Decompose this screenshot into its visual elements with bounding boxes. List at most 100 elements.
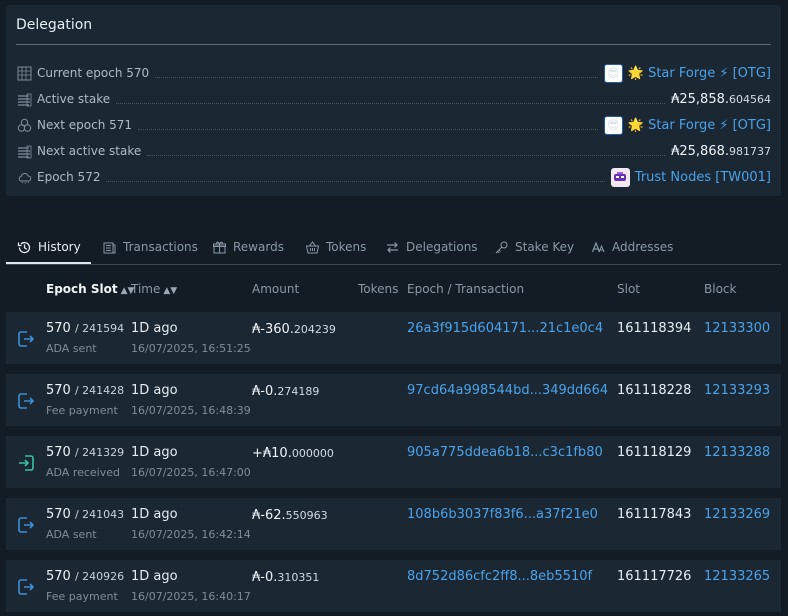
block-link[interactable]: 12133293 (704, 383, 770, 398)
epoch-number: 570 (46, 321, 71, 336)
relative-time: 1D ago (131, 445, 178, 460)
active-tab-indicator (6, 262, 91, 264)
table-row[interactable]: 570 / 241428 Fee payment 1D ago 16/07/20… (6, 374, 781, 426)
block-link[interactable]: 12133269 (704, 507, 770, 522)
epoch-slot: 570 / 241043 (46, 507, 124, 522)
epoch-number: 570 (46, 445, 71, 460)
transaction-hash-link[interactable]: 905a775ddea6b18...c3c1fb80 (407, 445, 603, 460)
outgoing-arrow-icon (16, 329, 36, 349)
epoch-slot-number: / 241428 (74, 384, 125, 397)
tab-rewards[interactable]: Rewards (211, 232, 284, 262)
slot-number: 161118228 (617, 383, 692, 398)
transaction-type: ADA received (46, 466, 121, 479)
timestamp: 16/07/2025, 16:51:25 (131, 342, 251, 355)
outgoing-arrow-icon (16, 391, 36, 411)
tab-tokens[interactable]: Tokens (304, 232, 366, 262)
pool-link[interactable]: 🌟 Star Forge ⚡ [OTG] (628, 66, 771, 81)
block-link[interactable]: 12133300 (704, 321, 770, 336)
amount: ₳-0.310351 (252, 570, 319, 585)
dotted-leader (155, 76, 598, 78)
transaction-hash-link[interactable]: 26a3f915d604171...21c1e0c4 (407, 321, 603, 336)
amount-decimals: 204239 (293, 323, 336, 336)
transaction-type: ADA sent (46, 342, 97, 355)
cloud-icon (16, 169, 32, 185)
swap-arrows-icon (384, 239, 400, 255)
pool-link[interactable]: Trust Nodes [TW001] (635, 170, 771, 185)
transaction-type: ADA sent (46, 528, 97, 541)
epoch-slot-number: / 241043 (74, 508, 125, 521)
tab-delegations[interactable]: Delegations (384, 232, 478, 262)
slot-number: 161118129 (617, 445, 692, 460)
next-epoch-label: Next epoch 571 (37, 118, 133, 132)
transaction-hash-link[interactable]: 108b6b3037f83f6...a37f21e0 (407, 507, 598, 522)
table-row[interactable]: 570 / 240926 Fee payment 1D ago 16/07/20… (6, 560, 781, 612)
tab-bar: History Transactions Rewards Tokens Dele… (6, 232, 781, 265)
tab-label: Delegations (406, 240, 478, 254)
tab-label: History (38, 240, 81, 254)
column-epoch-transaction: Epoch / Transaction (407, 282, 525, 296)
column-block: Block (704, 282, 737, 296)
amount-decimals: 000000 (291, 447, 334, 460)
tab-history[interactable]: History (16, 232, 81, 262)
tab-label: Tokens (326, 240, 367, 254)
star-forge-logo: 😎 (603, 115, 623, 135)
table-row[interactable]: 570 / 241329 ADA received 1D ago 16/07/2… (6, 436, 781, 488)
pool-link[interactable]: 🌟 Star Forge ⚡ [OTG] (628, 118, 771, 133)
relative-time: 1D ago (131, 321, 178, 336)
table-header: Epoch Slot ▲▼ Time ▲▼ Amount Tokens Epoch … (6, 276, 781, 302)
column-slot: Slot (617, 282, 640, 296)
amount-decimals: 550963 (285, 509, 328, 522)
relative-time: 1D ago (131, 569, 178, 584)
epoch-572-pool[interactable]: Trust Nodes [TW001] (610, 167, 771, 187)
epoch-slot-number: / 241329 (74, 446, 125, 459)
active-stake-value: ₳25,858. 604564 (671, 92, 771, 107)
tab-label: Stake Key (515, 240, 575, 254)
timestamp: 16/07/2025, 16:47:00 (131, 466, 251, 479)
stake-stack-icon (16, 143, 32, 159)
amount: ₳-0.274189 (252, 384, 319, 399)
delegation-row-next-active-stake: Next active stake ₳25,868. 981737 (16, 141, 771, 161)
epoch-number: 570 (46, 383, 71, 398)
dotted-leader (147, 154, 666, 156)
column-epoch-slot[interactable]: Epoch Slot ▲▼ (46, 282, 134, 296)
dotted-leader (138, 128, 598, 130)
column-label: Epoch Slot (46, 282, 118, 296)
block-link[interactable]: 12133288 (704, 445, 770, 460)
next-epoch-pool[interactable]: 😎 🌟 Star Forge ⚡ [OTG] (603, 115, 771, 135)
slot-number: 161117843 (617, 507, 692, 522)
incoming-arrow-icon (16, 453, 36, 473)
transaction-hash-link[interactable]: 97cd64a998544bd...349dd664 (407, 383, 608, 398)
delegation-row-epoch-572: Epoch 572 Trust Nodes [TW001] (16, 167, 771, 187)
amount-integer: ₳25,858. (671, 91, 729, 107)
tab-addresses[interactable]: Addresses (590, 232, 673, 262)
current-epoch-label: Current epoch 570 (37, 66, 150, 80)
amount-decimals: 310351 (277, 571, 320, 584)
outgoing-arrow-icon (16, 515, 36, 535)
transaction-type: Fee payment (46, 590, 118, 603)
block-link[interactable]: 12133265 (704, 569, 770, 584)
amount-decimals: 604564 (729, 92, 771, 106)
tab-stake-key[interactable]: Stake Key (493, 232, 574, 262)
tab-transactions[interactable]: Transactions (101, 232, 198, 262)
next-epoch-icon (16, 117, 32, 133)
amount-integer: ₳-62. (252, 508, 286, 523)
delegation-panel: Delegation Current epoch 570 😎 🌟 Star Fo… (6, 5, 781, 196)
table-row[interactable]: 570 / 241043 ADA sent 1D ago 16/07/2025,… (6, 498, 781, 550)
slot-number: 161117726 (617, 569, 692, 584)
epoch-slot: 570 / 240926 (46, 569, 124, 584)
table-row[interactable]: 570 / 241594 ADA sent 1D ago 16/07/2025,… (6, 312, 781, 364)
delegation-row-active-stake: Active stake ₳25,858. 604564 (16, 89, 771, 109)
amount: ₳-62.550963 (252, 508, 328, 523)
slot-number: 161118394 (617, 321, 692, 336)
epoch-number: 570 (46, 569, 71, 584)
epoch-slot-number: / 240926 (74, 570, 125, 583)
epoch-grid-icon (16, 65, 32, 81)
amount-integer: +₳10. (252, 446, 292, 461)
transaction-type: Fee payment (46, 404, 118, 417)
transaction-hash-link[interactable]: 8d752d86cfc2ff8...8eb5510f (407, 569, 592, 584)
current-epoch-pool[interactable]: 😎 🌟 Star Forge ⚡ [OTG] (603, 63, 771, 83)
amount-integer: ₳-0. (252, 570, 278, 585)
delegation-row-next-epoch: Next epoch 571 😎 🌟 Star Forge ⚡ [OTG] (16, 115, 771, 135)
active-stake-label: Active stake (37, 92, 111, 106)
column-time[interactable]: Time ▲▼ (131, 282, 177, 296)
